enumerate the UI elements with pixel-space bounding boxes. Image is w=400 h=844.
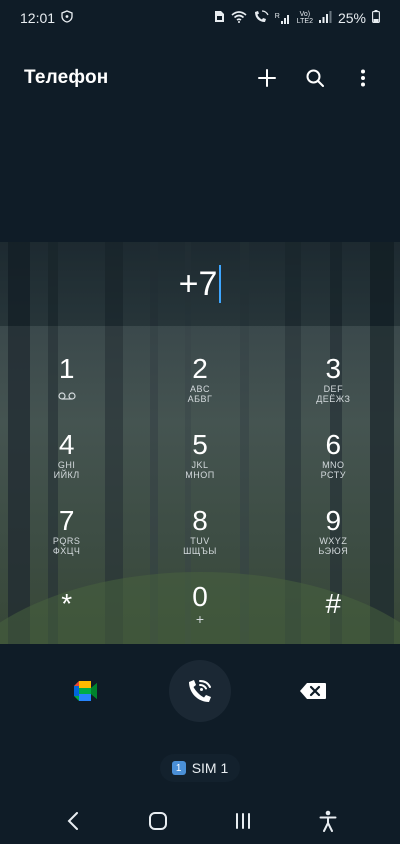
key-hash[interactable]: # [267, 578, 400, 654]
search-icon [306, 69, 324, 87]
key-digit: 3 [325, 353, 342, 384]
key-digit: 8 [192, 505, 208, 536]
key-letters-latin: TUV [190, 536, 210, 546]
accessibility-button[interactable] [315, 808, 341, 834]
sim-badge: 1 [171, 761, 186, 775]
key-letters-cyrillic: ШЩЪЫ [183, 546, 217, 556]
key-plus-label: + [195, 611, 205, 627]
key-digit: 4 [58, 429, 75, 460]
key-letters-cyrillic: ЬЭЮЯ [318, 546, 349, 556]
key-digit: 1 [58, 353, 75, 384]
video-call-button[interactable] [72, 676, 102, 706]
status-bar: 12:01 R Vo) LTE2 25% [0, 0, 400, 36]
dial-keypad: 1 2 ABC АБВГ 3 DEF ДЕЁЖЗ 4 GHI ИЙКЛ 5 JK… [0, 350, 400, 654]
battery-percent: 25% [337, 10, 366, 26]
key-2[interactable]: 2 ABC АБВГ [133, 350, 266, 426]
key-digit: 0 [192, 581, 208, 612]
search-button[interactable] [302, 65, 328, 91]
text-cursor [219, 265, 222, 303]
sim-label: SIM 1 [191, 760, 229, 776]
shield-icon [61, 10, 73, 26]
wifi-call-button[interactable] [169, 660, 231, 722]
key-letters-latin: MNO [322, 460, 345, 470]
key-letters-latin: JKL [191, 460, 209, 470]
home-button[interactable] [145, 808, 171, 834]
key-8[interactable]: 8 TUV ШЩЪЫ [133, 502, 266, 578]
volte-bottom-label: LTE2 [296, 18, 313, 25]
key-0[interactable]: 0 + [133, 578, 266, 654]
accessibility-icon [319, 810, 336, 832]
sim-selector[interactable]: 1 SIM 1 [160, 754, 240, 782]
key-6[interactable]: 6 MNO РСТУ [267, 426, 400, 502]
app-title: Телефон [24, 67, 109, 88]
key-letters-cyrillic: ФХЦЧ [52, 546, 81, 556]
recent-apps-button[interactable] [230, 808, 256, 834]
key-4[interactable]: 4 GHI ИЙКЛ [0, 426, 133, 502]
key-digit: 2 [192, 353, 208, 384]
key-letters-latin: ABC [189, 384, 210, 394]
key-letters-cyrillic: РСТУ [320, 470, 346, 480]
google-meet-icon [74, 681, 97, 701]
system-nav-bar [0, 798, 400, 844]
key-3[interactable]: 3 DEF ДЕЁЖЗ [267, 350, 400, 426]
key-5[interactable]: 5 JKL МНОП [133, 426, 266, 502]
more-vert-icon [361, 69, 365, 87]
key-letters-cyrillic: ИЙКЛ [53, 470, 80, 480]
dialed-number: +7 [178, 264, 218, 303]
key-letters-latin: PQRS [52, 536, 81, 546]
back-chevron-icon [67, 812, 78, 830]
number-display[interactable]: +7 [0, 242, 400, 326]
key-7[interactable]: 7 PQRS ФХЦЧ [0, 502, 133, 578]
back-button[interactable] [60, 808, 86, 834]
key-9[interactable]: 9 WXYZ ЬЭЮЯ [267, 502, 400, 578]
key-digit: * [61, 588, 73, 619]
key-letters-latin: WXYZ [319, 536, 348, 546]
roaming-label: R [274, 12, 280, 20]
sim-tray-icon [214, 10, 225, 26]
signal-icon [318, 10, 332, 26]
recents-icon [235, 813, 250, 829]
plus-icon [258, 69, 276, 87]
home-icon [148, 812, 167, 830]
key-digit: 6 [325, 429, 342, 460]
backspace-icon [300, 683, 326, 699]
key-1[interactable]: 1 [0, 350, 133, 426]
key-digit: 5 [192, 429, 208, 460]
more-options-button[interactable] [350, 65, 376, 91]
wifi-call-icon [189, 680, 211, 702]
voicemail-icon [58, 387, 76, 405]
key-letters-latin: GHI [57, 460, 76, 470]
backspace-button[interactable] [298, 676, 328, 706]
key-letters-cyrillic: МНОП [185, 470, 215, 480]
key-letters-latin: DEF [323, 384, 344, 394]
app-bar: Телефон [0, 56, 400, 100]
dialer-actions [0, 660, 400, 722]
key-digit: # [325, 588, 342, 619]
key-digit: 9 [325, 505, 342, 536]
status-time: 12:01 [20, 10, 56, 26]
battery-icon [372, 10, 380, 26]
add-contact-button[interactable] [254, 65, 280, 91]
key-digit: 7 [58, 505, 75, 536]
wifi-icon [231, 10, 247, 26]
key-star[interactable]: * [0, 578, 133, 654]
key-letters-cyrillic: АБВГ [187, 394, 213, 404]
volte-indicator: Vo) LTE2 [297, 11, 313, 25]
roaming-signal-icon: R [275, 13, 291, 24]
key-letters-cyrillic: ДЕЁЖЗ [316, 394, 351, 404]
wifi-calling-icon [253, 10, 269, 26]
volte-top-label: Vo) [299, 11, 311, 18]
